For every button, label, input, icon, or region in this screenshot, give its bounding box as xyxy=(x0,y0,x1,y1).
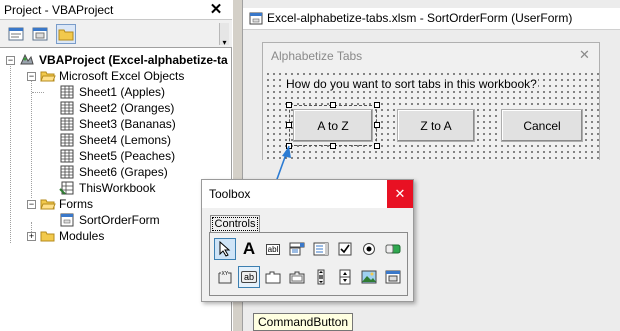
close-icon: ✕ xyxy=(579,47,590,62)
view-code-icon[interactable] xyxy=(6,24,26,44)
textbox-icon[interactable]: abl xyxy=(262,238,284,260)
worksheet-icon xyxy=(59,165,75,179)
workbook-icon xyxy=(59,181,75,195)
select-objects-icon[interactable] xyxy=(214,238,236,260)
multipage-icon[interactable] xyxy=(286,266,308,288)
project-explorer: Project - VBAProject ✕ ▾ − VBAProject (E… xyxy=(0,0,232,331)
resize-handle[interactable] xyxy=(374,102,380,108)
tab-controls[interactable]: Controls xyxy=(210,215,260,232)
toggle-folders-icon[interactable] xyxy=(56,24,76,44)
tree-root-label: VBAProject (Excel-alphabetize-ta xyxy=(39,53,228,67)
tooltip: CommandButton xyxy=(253,313,354,331)
project-explorer-titlebar: Project - VBAProject ✕ xyxy=(0,0,232,20)
commandbutton-glyph: ab xyxy=(240,271,257,283)
controls-panel: A abl XY ab xyxy=(209,232,408,296)
designer-titlebar: Excel-alphabetize-tabs.xlsm - SortOrderF… xyxy=(243,8,620,30)
worksheet-icon xyxy=(59,117,75,131)
togglebutton-icon[interactable] xyxy=(382,238,404,260)
designer-title: Excel-alphabetize-tabs.xlsm - SortOrderF… xyxy=(267,11,573,25)
toolbox-titlebar[interactable]: Toolbox ✕ xyxy=(202,180,413,208)
resize-handle[interactable] xyxy=(374,143,380,149)
optionbutton-icon[interactable] xyxy=(358,238,380,260)
userform-icon xyxy=(249,12,263,25)
view-object-icon[interactable] xyxy=(30,24,50,44)
collapse-icon[interactable]: − xyxy=(6,56,15,65)
resize-handle[interactable] xyxy=(374,122,380,128)
scrollbar-icon[interactable] xyxy=(310,266,332,288)
project-toolbar: ▾ xyxy=(0,20,232,48)
worksheet-icon xyxy=(59,133,75,147)
userform-grid[interactable]: How do you want to sort tabs in this wor… xyxy=(263,69,599,160)
folder-open-icon xyxy=(40,69,56,83)
combobox-icon[interactable] xyxy=(286,238,308,260)
resize-handle[interactable] xyxy=(330,102,336,108)
tree-sheet-label: Sheet5 (Peaches) xyxy=(79,149,176,163)
resize-handle[interactable] xyxy=(286,143,292,149)
spinbutton-icon[interactable] xyxy=(334,266,356,288)
expand-icon[interactable]: + xyxy=(27,232,36,241)
tree-sheet-label: Sheet1 (Apples) xyxy=(79,85,166,99)
tree-forms-label: Forms xyxy=(59,197,93,211)
collapse-icon[interactable]: − xyxy=(27,72,36,81)
listbox-icon[interactable] xyxy=(310,238,332,260)
image-icon[interactable] xyxy=(358,266,380,288)
label-icon[interactable]: A xyxy=(238,238,260,260)
collapse-icon[interactable]: − xyxy=(27,200,36,209)
textbox-glyph: abl xyxy=(265,243,281,255)
tree-sheet-label: Sheet2 (Oranges) xyxy=(79,101,175,115)
z-to-a-button[interactable]: Z to A xyxy=(397,109,475,142)
userform-titlebar: Alphabetize Tabs ✕ xyxy=(263,43,599,69)
checkbox-icon[interactable] xyxy=(334,238,356,260)
tab-controls-label: Controls xyxy=(211,217,259,231)
tree-sheet-label: Sheet4 (Lemons) xyxy=(79,133,172,147)
tabstrip-icon[interactable] xyxy=(262,266,284,288)
tree-sheet-label: Sheet3 (Bananas) xyxy=(79,117,176,131)
folder-icon xyxy=(40,229,56,243)
cancel-button[interactable]: Cancel xyxy=(501,109,583,142)
toolbox-title: Toolbox xyxy=(209,187,251,201)
tree-sheet-label: Sheet6 (Grapes) xyxy=(79,165,168,179)
toolbar-scroll-icon[interactable]: ▾ xyxy=(219,23,229,47)
worksheet-icon xyxy=(59,101,75,115)
question-label[interactable]: How do you want to sort tabs in this wor… xyxy=(285,77,538,91)
resize-handle[interactable] xyxy=(286,102,292,108)
frame-glyph: XY xyxy=(222,271,229,277)
userform-caption: Alphabetize Tabs xyxy=(271,49,363,63)
tree-workbook-label: ThisWorkbook xyxy=(79,181,156,195)
resize-handle[interactable] xyxy=(286,122,292,128)
vba-project-icon xyxy=(19,53,35,67)
resize-handle[interactable] xyxy=(330,143,336,149)
tree-modules-label: Modules xyxy=(59,229,105,243)
project-explorer-title: Project - VBAProject xyxy=(4,3,114,17)
tree-excel-objects-label: Microsoft Excel Objects xyxy=(59,69,185,83)
close-icon[interactable]: ✕ xyxy=(207,1,225,19)
tree-userform-label: SortOrderForm xyxy=(79,212,160,228)
refedit-icon[interactable] xyxy=(382,266,404,288)
close-icon[interactable]: ✕ xyxy=(387,180,413,208)
worksheet-icon xyxy=(59,149,75,163)
a-to-z-button[interactable]: A to Z xyxy=(293,109,373,142)
worksheet-icon xyxy=(59,85,75,99)
userform[interactable]: Alphabetize Tabs ✕ How do you want to so… xyxy=(262,42,600,160)
commandbutton-icon[interactable]: ab xyxy=(238,266,260,288)
frame-icon[interactable]: XY xyxy=(214,266,236,288)
userform-icon xyxy=(59,213,75,227)
folder-open-icon xyxy=(40,197,56,211)
toolbox-window[interactable]: Toolbox ✕ Controls A abl XY ab xyxy=(201,179,414,302)
